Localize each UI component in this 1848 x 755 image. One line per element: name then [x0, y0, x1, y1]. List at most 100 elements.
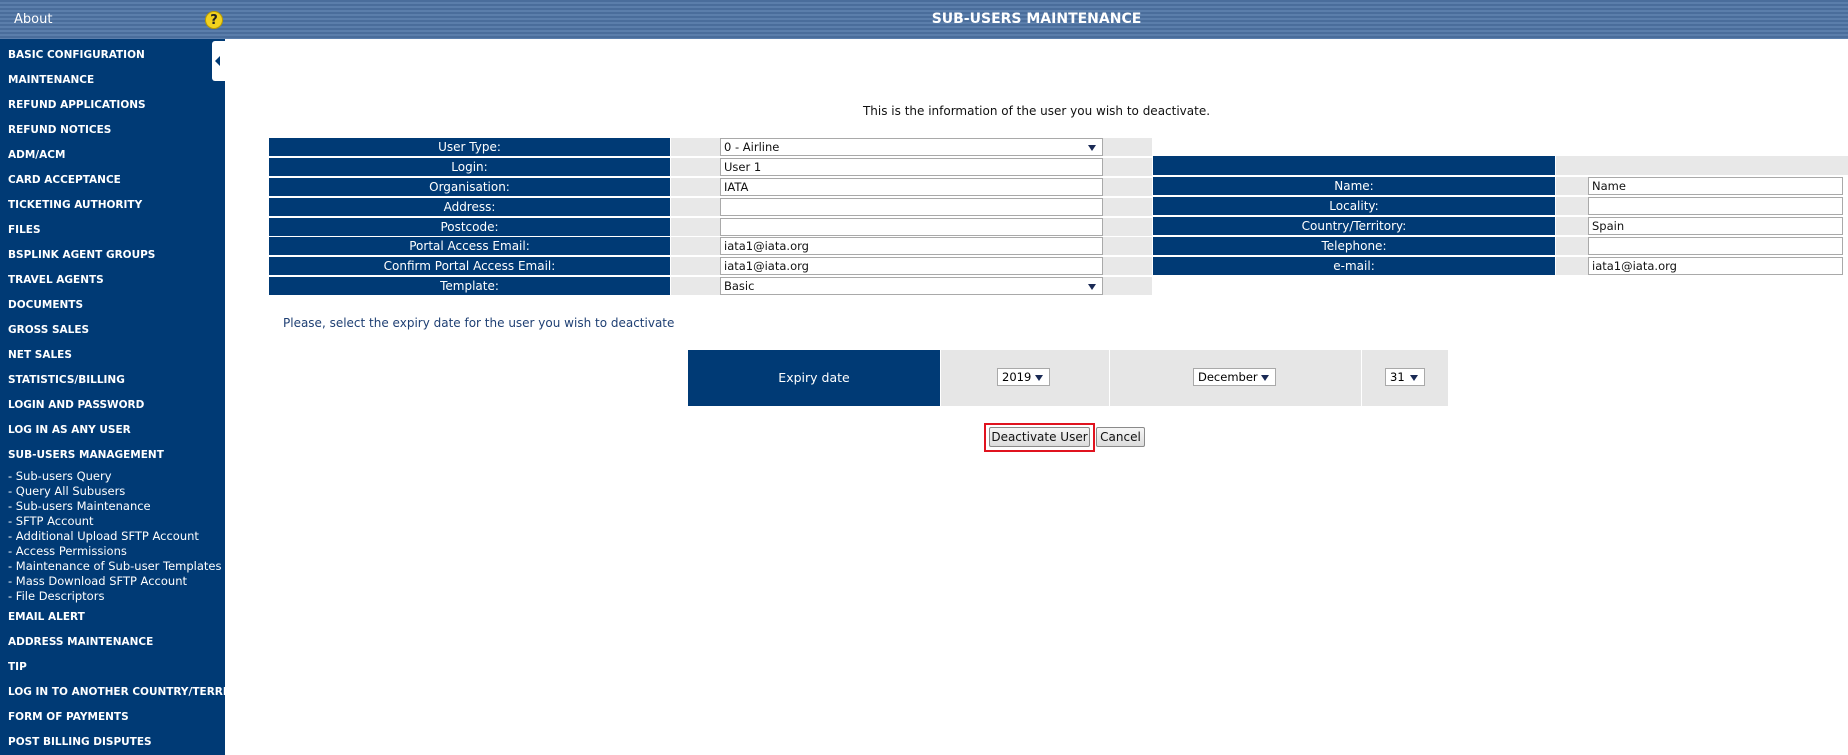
row-spacer	[671, 138, 720, 156]
menu-files[interactable]: FILES	[8, 223, 225, 237]
cancel-button[interactable]: Cancel	[1096, 427, 1145, 447]
menu-maintenance[interactable]: MAINTENANCE	[8, 73, 225, 87]
dropdown-arrow-icon	[1261, 375, 1269, 381]
menu-refund-applications[interactable]: REFUND APPLICATIONS	[8, 98, 225, 112]
menu-log-in-another-country[interactable]: LOG IN TO ANOTHER COUNTRY/TERRITORY	[8, 685, 225, 699]
row-spacer	[671, 257, 720, 275]
expiry-day-cell: 31	[1362, 350, 1448, 406]
expiry-year-cell: 2019	[941, 350, 1109, 406]
label-address: Address:	[269, 198, 670, 216]
menu-gross-sales[interactable]: GROSS SALES	[8, 323, 225, 337]
template-select[interactable]: Basic	[720, 277, 1103, 295]
submenu-access-permissions[interactable]: - Access Permissions	[8, 544, 225, 559]
template-value: Basic	[724, 279, 755, 293]
menu-basic-configuration[interactable]: BASIC CONFIGURATION	[8, 48, 225, 62]
expiry-day-value: 31	[1390, 370, 1405, 384]
menu-tip[interactable]: TIP	[8, 660, 225, 674]
postcode-field[interactable]	[720, 218, 1103, 236]
row-spacer	[671, 277, 720, 295]
intro-text: This is the information of the user you …	[862, 104, 1211, 118]
submenu-sftp-account[interactable]: - SFTP Account	[8, 514, 225, 529]
expiry-month-value: December	[1198, 370, 1258, 384]
row-spacer	[1103, 158, 1152, 176]
country-territory-field[interactable]: Spain	[1588, 217, 1843, 235]
row-spacer	[1556, 257, 1588, 275]
help-icon[interactable]: ?	[205, 11, 223, 29]
menu-form-of-payments[interactable]: FORM OF PAYMENTS	[8, 710, 225, 724]
locality-field[interactable]	[1588, 197, 1843, 215]
row-spacer	[671, 178, 720, 196]
expiry-year-select[interactable]: 2019	[997, 368, 1050, 386]
submenu-sub-users-maintenance[interactable]: - Sub-users Maintenance	[8, 499, 225, 514]
label-user-type: User Type:	[269, 138, 670, 156]
row-spacer	[1556, 197, 1588, 215]
row-spacer	[671, 237, 720, 255]
dropdown-arrow-icon	[1088, 284, 1096, 290]
row-spacer	[1556, 217, 1588, 235]
address-field[interactable]	[720, 198, 1103, 216]
organisation-field[interactable]: IATA	[720, 178, 1103, 196]
confirm-portal-access-email-field[interactable]: iata1@iata.org	[720, 257, 1103, 275]
label-login: Login:	[269, 158, 670, 176]
submenu-file-descriptors[interactable]: - File Descriptors	[8, 589, 225, 604]
submenu-maintenance-templates[interactable]: - Maintenance of Sub-user Templates	[8, 559, 225, 574]
row-spacer	[1556, 237, 1588, 255]
submenu-query-all-subusers[interactable]: - Query All Subusers	[8, 484, 225, 499]
menu-adm-acm[interactable]: ADM/ACM	[8, 148, 225, 162]
menu-statistics-billing[interactable]: STATISTICS/BILLING	[8, 373, 225, 387]
row-spacer	[1103, 138, 1152, 156]
menu-post-billing-disputes[interactable]: POST BILLING DISPUTES	[8, 735, 225, 749]
menu-documents[interactable]: DOCUMENTS	[8, 298, 225, 312]
menu-bsplink-agent-groups[interactable]: BSPLINK AGENT GROUPS	[8, 248, 225, 262]
label-country-territory: Country/Territory:	[1153, 217, 1555, 235]
expiry-day-select[interactable]: 31	[1385, 368, 1425, 386]
row-spacer	[1103, 277, 1152, 295]
deactivate-user-button[interactable]: Deactivate User	[989, 427, 1090, 447]
dropdown-arrow-icon	[1035, 375, 1043, 381]
portal-access-email-field[interactable]: iata1@iata.org	[720, 237, 1103, 255]
expiry-note: Please, select the expiry date for the u…	[283, 316, 675, 330]
chevron-left-icon	[215, 56, 220, 66]
expiry-month-select[interactable]: December	[1193, 368, 1276, 386]
about-link[interactable]: About	[14, 12, 52, 27]
right-header-bar	[1153, 156, 1555, 175]
label-e-mail: e-mail:	[1153, 257, 1555, 275]
menu-address-maintenance[interactable]: ADDRESS MAINTENANCE	[8, 635, 225, 649]
expiry-year-value: 2019	[1002, 370, 1032, 384]
row-spacer	[671, 198, 720, 216]
row-spacer	[1103, 218, 1152, 236]
name-field[interactable]: Name	[1588, 177, 1843, 195]
menu-log-in-as-any-user[interactable]: LOG IN AS ANY USER	[8, 423, 225, 437]
e-mail-field[interactable]: iata1@iata.org	[1588, 257, 1843, 275]
telephone-field[interactable]	[1588, 237, 1843, 255]
submenu-mass-download-sftp[interactable]: - Mass Download SFTP Account	[8, 574, 225, 589]
menu-sub-users-management[interactable]: SUB-USERS MANAGEMENT	[8, 448, 225, 462]
submenu-additional-upload-sftp[interactable]: - Additional Upload SFTP Account	[8, 529, 225, 544]
menu-login-and-password[interactable]: LOGIN AND PASSWORD	[8, 398, 225, 412]
menu-ticketing-authority[interactable]: TICKETING AUTHORITY	[8, 198, 225, 212]
row-spacer	[1103, 237, 1152, 255]
sidebar: BASIC CONFIGURATION MAINTENANCE REFUND A…	[0, 39, 225, 755]
menu-travel-agents[interactable]: TRAVEL AGENTS	[8, 273, 225, 287]
row-spacer	[1103, 178, 1152, 196]
label-organisation: Organisation:	[269, 178, 670, 196]
login-field[interactable]: User 1	[720, 158, 1103, 176]
row-spacer	[671, 218, 720, 236]
menu-card-acceptance[interactable]: CARD ACCEPTANCE	[8, 173, 225, 187]
row-spacer	[1103, 257, 1152, 275]
dropdown-arrow-icon	[1410, 375, 1418, 381]
page-title: SUB-USERS MAINTENANCE	[931, 11, 1142, 27]
menu-net-sales[interactable]: NET SALES	[8, 348, 225, 362]
menu-refund-notices[interactable]: REFUND NOTICES	[8, 123, 225, 137]
row-spacer	[1103, 198, 1152, 216]
menu-email-alert[interactable]: EMAIL ALERT	[8, 610, 225, 624]
sidebar-collapse-toggle[interactable]	[212, 41, 225, 81]
expiry-date-label: Expiry date	[688, 350, 940, 406]
user-type-select[interactable]: 0 - Airline	[720, 138, 1103, 156]
label-locality: Locality:	[1153, 197, 1555, 215]
expiry-month-cell: December	[1110, 350, 1361, 406]
label-template: Template:	[269, 277, 670, 295]
label-portal-access-email: Portal Access Email:	[269, 237, 670, 255]
user-type-value: 0 - Airline	[724, 140, 780, 154]
submenu-sub-users-query[interactable]: - Sub-users Query	[8, 469, 225, 484]
